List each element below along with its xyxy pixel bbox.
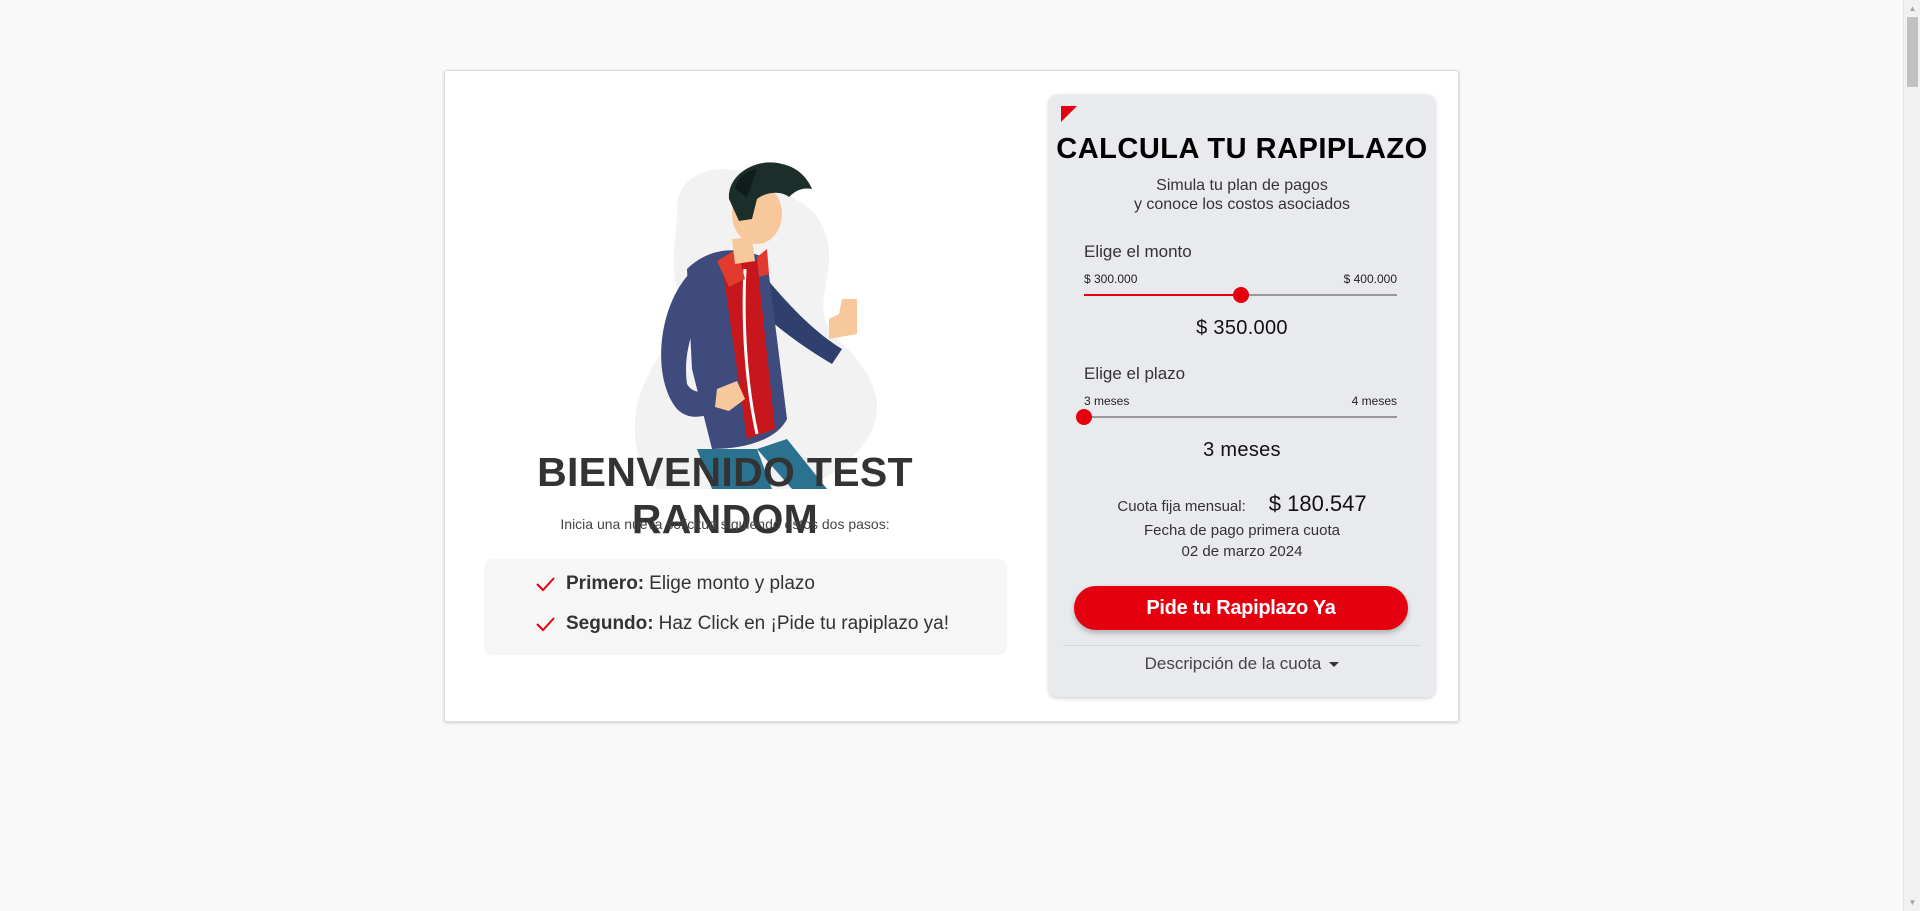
scroll-down-arrow-icon[interactable]: ▼	[1904, 894, 1920, 911]
loan-calculator: CALCULA TU RAPIPLAZO Simula tu plan de p…	[1049, 95, 1435, 697]
amount-label: Elige el monto	[1084, 242, 1192, 261]
scroll-up-arrow-icon[interactable]: ▲	[1904, 0, 1920, 17]
step-text: Elige monto y plazo	[649, 573, 815, 594]
amount-value: $ 350.000	[1196, 317, 1288, 339]
calculator-subtitle-line: y conoce los costos asociados	[1133, 196, 1351, 213]
term-slider[interactable]	[1076, 409, 1397, 425]
step-item: Primero: Elige monto y plazo	[534, 573, 815, 595]
caret-down-icon	[1329, 661, 1340, 667]
term-value: 3 meses	[1203, 439, 1281, 461]
term-min-label: 3 meses	[1084, 394, 1130, 408]
amount-slider[interactable]	[1084, 287, 1397, 303]
term-max-label: 4 meses	[1351, 394, 1397, 408]
cuota-value: $ 180.547	[1268, 491, 1367, 516]
first-payment-label: Fecha de pago primera cuota	[1144, 522, 1340, 539]
calculator-subtitle-line: Simula tu plan de pagos	[1156, 177, 1328, 194]
welcome-subtitle: Inicia una nueva solicitud siguiendo est…	[560, 516, 890, 532]
amount-slider-thumb[interactable]	[1232, 287, 1249, 303]
steps-box: Primero: Elige monto y plazo Segundo: Ha…	[484, 559, 1007, 655]
welcome-section: BIENVENIDO TEST RANDOM Inicia una nueva …	[445, 71, 1007, 721]
check-icon	[536, 617, 555, 632]
page-scrollbar[interactable]: ▲ ▼	[1903, 0, 1920, 911]
step-label: Primero:	[566, 573, 645, 594]
step-label: Segundo:	[566, 613, 654, 634]
amount-slider-fill	[1084, 294, 1241, 296]
amount-min-label: $ 300.000	[1084, 272, 1138, 286]
step-text: Haz Click en ¡Pide tu rapiplazo ya!	[658, 613, 950, 634]
term-slider-thumb[interactable]	[1076, 409, 1092, 425]
step-item: Segundo: Haz Click en ¡Pide tu rapiplazo…	[534, 613, 949, 635]
check-icon	[536, 577, 555, 592]
calculator-title: CALCULA TU RAPIPLAZO	[1056, 133, 1428, 165]
cuota-row: Cuota fija mensual: $ 180.547	[1049, 491, 1435, 517]
first-payment-date: 02 de marzo 2024	[1181, 543, 1303, 560]
cuota-description-label: Descripción de la cuota	[1144, 654, 1322, 673]
cuota-description-toggle[interactable]: Descripción de la cuota	[1049, 654, 1435, 674]
cuota-label: Cuota fija mensual:	[1117, 498, 1246, 515]
term-label: Elige el plazo	[1084, 364, 1186, 383]
scrollbar-thumb[interactable]	[1907, 17, 1918, 87]
main-card: BIENVENIDO TEST RANDOM Inicia una nueva …	[444, 70, 1459, 722]
divider	[1063, 645, 1421, 646]
amount-max-label: $ 400.000	[1343, 272, 1397, 286]
corner-flag-icon	[1061, 106, 1077, 122]
request-rapiplazo-button[interactable]: Pide tu Rapiplazo Ya	[1074, 586, 1408, 630]
calculator-subtitle: Simula tu plan de pagos y conoce los cos…	[1049, 176, 1435, 214]
